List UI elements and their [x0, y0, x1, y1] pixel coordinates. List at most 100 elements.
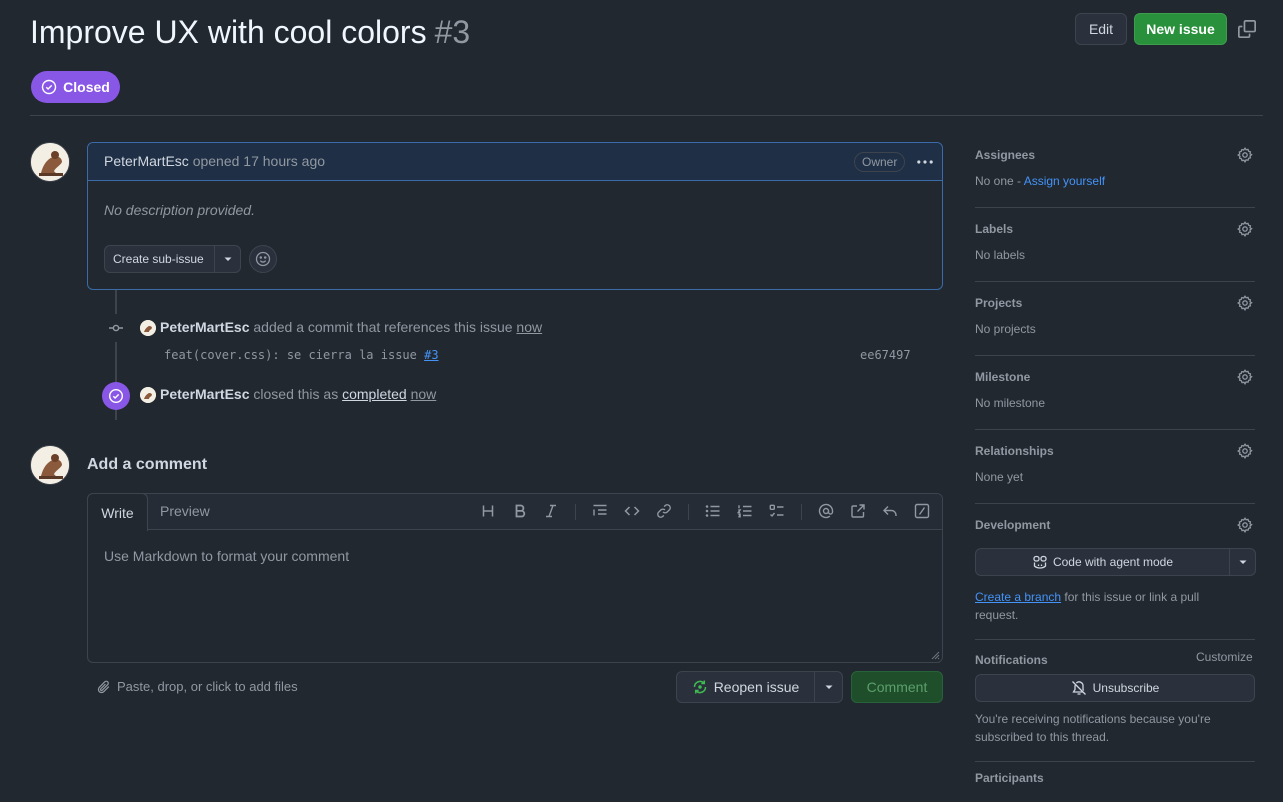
comment-textarea[interactable]: Use Markdown to format your comment: [104, 548, 349, 564]
check-circle-icon: [108, 388, 124, 404]
gear-icon[interactable]: [1237, 221, 1253, 237]
sidebar-relationships: Relationships None yet: [975, 443, 1255, 484]
create-sub-issue-label[interactable]: Create sub-issue: [105, 246, 215, 272]
cross-reference-icon[interactable]: [850, 503, 866, 519]
labels-value: No labels: [975, 248, 1026, 262]
commit-hash[interactable]: ee67497: [860, 348, 911, 362]
unordered-list-icon[interactable]: [705, 503, 721, 519]
tab-preview[interactable]: Preview: [160, 503, 210, 519]
sidebar-divider: [975, 281, 1255, 282]
relationships-heading[interactable]: Relationships: [975, 444, 1255, 458]
tab-write[interactable]: Write: [87, 493, 148, 531]
status-label: Closed: [63, 79, 110, 95]
attach-files-text[interactable]: Paste, drop, or click to add files: [117, 679, 298, 694]
closed-status-badge: Closed: [31, 71, 120, 103]
code-with-agent-button[interactable]: Code with agent mode: [975, 548, 1256, 576]
smiley-icon: [255, 251, 271, 267]
assignees-value: No one - Assign yourself: [975, 174, 1255, 188]
unsubscribe-label[interactable]: Unsubscribe: [1093, 681, 1160, 695]
paperclip-icon: [97, 680, 111, 694]
link-icon[interactable]: [656, 503, 672, 519]
closed-event-actor[interactable]: PeterMartEsc: [160, 386, 250, 402]
commit-event-actor[interactable]: PeterMartEsc: [160, 319, 250, 335]
sidebar-development: Development: [975, 517, 1255, 533]
commit-message-text[interactable]: feat(cover.css): se cierra la issue: [164, 348, 417, 362]
notifications-info: You're receiving notifications because y…: [975, 712, 1211, 744]
sidebar-assignees: Assignees No one - Assign yourself: [975, 147, 1255, 188]
gear-icon[interactable]: [1237, 443, 1253, 459]
comment-submit-button[interactable]: Comment: [851, 671, 943, 703]
author-avatar[interactable]: [30, 142, 70, 182]
attach-files-hint[interactable]: Paste, drop, or click to add files: [97, 679, 298, 694]
gear-icon[interactable]: [1237, 295, 1253, 311]
ordered-list-icon[interactable]: [737, 503, 753, 519]
reopen-issue-label[interactable]: Reopen issue: [714, 679, 800, 695]
assign-yourself-link[interactable]: Assign yourself: [1024, 174, 1105, 188]
editor-toolbar: Write Preview: [87, 493, 942, 531]
toolbar-separator: [688, 504, 689, 520]
sidebar-participants: Participants: [975, 771, 1255, 785]
task-list-icon[interactable]: [769, 503, 785, 519]
sidebar-divider: [975, 429, 1255, 430]
slash-command-icon[interactable]: [914, 503, 930, 519]
toolbar-separator: [801, 504, 802, 520]
mention-icon[interactable]: [818, 503, 834, 519]
event-avatar[interactable]: [140, 320, 156, 336]
add-reaction-button[interactable]: [249, 245, 277, 273]
issue-description: No description provided.: [104, 202, 255, 218]
quote-icon[interactable]: [592, 503, 608, 519]
labels-heading[interactable]: Labels: [975, 222, 1255, 236]
create-sub-issue-button[interactable]: Create sub-issue: [104, 245, 241, 273]
issue-number: #3: [434, 14, 471, 50]
gear-icon[interactable]: [1237, 147, 1253, 163]
header-divider: [30, 115, 1263, 116]
check-circle-icon: [41, 79, 57, 95]
comment-header: PeterMartEsc opened 17 hours ago Owner: [88, 143, 942, 181]
projects-heading[interactable]: Projects: [975, 296, 1255, 310]
comment-opened-text[interactable]: opened 17 hours ago: [193, 153, 325, 169]
sidebar-labels: Labels No labels: [975, 221, 1255, 262]
resize-grip-icon[interactable]: [930, 650, 940, 660]
commit-issue-ref[interactable]: #3: [424, 348, 438, 362]
development-heading[interactable]: Development: [975, 518, 1255, 532]
edit-button[interactable]: Edit: [1075, 13, 1127, 45]
kebab-menu-icon[interactable]: [916, 153, 934, 171]
milestone-heading[interactable]: Milestone: [975, 370, 1255, 384]
closed-event-time[interactable]: now: [411, 386, 437, 402]
toolbar-separator: [575, 504, 576, 520]
code-with-agent-label[interactable]: Code with agent mode: [1053, 555, 1173, 569]
new-issue-button[interactable]: New issue: [1134, 13, 1227, 45]
reopen-issue-button[interactable]: Reopen issue: [676, 671, 843, 703]
unsubscribe-button[interactable]: Unsubscribe: [975, 674, 1255, 702]
chevron-down-icon[interactable]: [1230, 549, 1255, 575]
assignees-heading[interactable]: Assignees: [975, 148, 1255, 162]
chevron-down-icon[interactable]: [815, 672, 842, 702]
reopen-issue-main[interactable]: Reopen issue: [677, 672, 815, 702]
closed-event-state[interactable]: completed: [342, 386, 407, 402]
heading-icon[interactable]: [480, 503, 496, 519]
chevron-down-icon[interactable]: [215, 246, 240, 272]
sidebar-divider: [975, 503, 1255, 504]
participants-heading: Participants: [975, 771, 1044, 785]
milestone-value: No milestone: [975, 396, 1046, 410]
commit-event-time[interactable]: now: [516, 319, 542, 335]
bell-slash-icon: [1071, 680, 1087, 696]
comment-author[interactable]: PeterMartEsc: [104, 153, 189, 169]
code-icon[interactable]: [624, 503, 640, 519]
gear-icon[interactable]: [1237, 517, 1253, 533]
gear-icon[interactable]: [1237, 369, 1253, 385]
comment-author-line: PeterMartEsc opened 17 hours ago: [104, 153, 325, 169]
italic-icon[interactable]: [543, 503, 559, 519]
current-user-avatar[interactable]: [30, 445, 70, 485]
code-with-agent-main[interactable]: Code with agent mode: [976, 549, 1230, 575]
issue-reopened-icon: [692, 679, 708, 695]
event-avatar[interactable]: [140, 387, 156, 403]
commit-message: feat(cover.css): se cierra la issue #3: [164, 348, 439, 362]
customize-notifications-link[interactable]: Customize: [1196, 650, 1253, 664]
copy-icon[interactable]: [1238, 20, 1256, 38]
comment-editor: Write Preview Use Markdown to format you…: [87, 493, 943, 663]
sidebar-divider: [975, 761, 1255, 762]
reply-icon[interactable]: [882, 503, 898, 519]
bold-icon[interactable]: [512, 503, 528, 519]
create-branch-link[interactable]: Create a branch: [975, 590, 1061, 604]
